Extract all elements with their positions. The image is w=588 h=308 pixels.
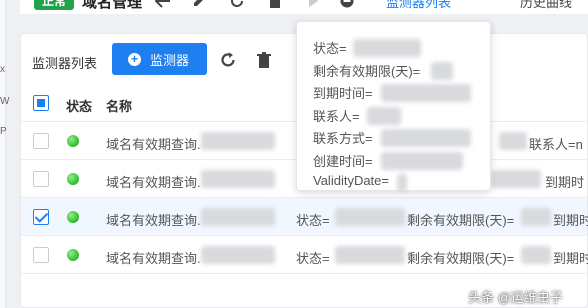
row-name: 域名有效期查询. <box>106 213 201 228</box>
monitor-tooltip: 状态= 剩余有效期限(天)= 到期时间= 联系人= 联系方式= 创建时间= Va… <box>296 21 491 192</box>
redacted-value <box>431 61 453 80</box>
table-row[interactable]: 域名有效期查询. 状态= 剩余有效期限(天)= 到期时 <box>21 236 588 274</box>
add-monitor-label: 监测器 <box>150 52 190 68</box>
row-info-status: 状态= <box>296 213 330 228</box>
tooltip-contact-label: 联系人= <box>313 108 360 124</box>
redacted-value <box>397 174 407 192</box>
redacted-name <box>201 170 275 188</box>
row-checkbox[interactable] <box>33 247 49 263</box>
refresh-icon[interactable] <box>228 0 246 10</box>
page-title: 域名管理 <box>82 0 143 11</box>
add-monitor-button[interactable]: + 监测器 <box>112 43 207 75</box>
tooltip-line: 创建时间= <box>313 151 490 174</box>
edit-icon[interactable] <box>190 0 208 10</box>
watermark: 头条 @运维虫子 <box>468 290 563 305</box>
plus-icon: + <box>128 52 141 66</box>
left-char-3: P <box>0 126 7 137</box>
tooltip-expiry-label: 到期时间= <box>313 86 373 101</box>
row-name: 域名有效期查询. <box>106 251 201 266</box>
tooltip-status-label: 状态= <box>313 41 347 56</box>
tooltip-line: 到期时间= <box>313 83 490 106</box>
stop-icon[interactable] <box>338 0 356 10</box>
refresh-icon[interactable] <box>219 51 237 69</box>
row-info-expiry: 到期时 <box>553 251 588 266</box>
tooltip-contact-method-label: 联系方式= <box>313 131 373 146</box>
row-checkbox[interactable] <box>33 133 49 149</box>
redacted-status <box>335 246 405 264</box>
row-info: 到期时 <box>545 175 585 190</box>
redacted-info <box>499 132 527 150</box>
top-bar: 正常 域名管理 监测器列表 历史曲线 <box>20 0 588 14</box>
tooltip-remaining-label: 剩余有效期限(天)= <box>313 63 421 79</box>
tooltip-created-label: 创建时间= <box>313 153 373 169</box>
redacted-value <box>353 39 421 57</box>
trash-icon[interactable] <box>255 51 273 69</box>
redacted-info <box>491 170 541 188</box>
redacted-value <box>381 129 471 147</box>
status-pill: 正常 <box>34 0 74 10</box>
tooltip-validity-label: ValidityDate= <box>313 173 389 188</box>
status-dot <box>67 211 79 223</box>
status-dot <box>67 249 79 261</box>
tooltip-line: 剩余有效期限(天)= <box>313 61 490 84</box>
row-checkbox[interactable] <box>33 209 49 225</box>
back-arrow-icon[interactable] <box>154 0 172 10</box>
redacted-value <box>381 84 471 102</box>
row-name: 域名有效期查询. <box>106 137 201 152</box>
redacted-status <box>335 208 405 226</box>
tooltip-line: 联系方式= <box>313 128 490 151</box>
redacted-remaining <box>521 246 551 264</box>
left-char-1: x <box>0 64 5 75</box>
row-info-remaining: 剩余有效期限(天)= <box>407 251 515 266</box>
name-column-header: 名称 <box>106 99 133 114</box>
row-info-expiry: 到期时 <box>553 213 588 228</box>
row-name: 域名有效期查询. <box>106 175 201 190</box>
redacted-value <box>381 151 463 170</box>
table-row[interactable]: 域名有效期查询. 状态= 剩余有效期限(天)= 到期时 <box>21 198 588 236</box>
select-all-checkbox[interactable] <box>33 95 49 111</box>
row-info-status: 状态= <box>296 251 330 266</box>
row-info: 联系人=n <box>529 137 583 152</box>
left-char-2: W <box>0 96 10 107</box>
status-dot <box>67 173 79 185</box>
tooltip-line: 状态= <box>313 38 490 61</box>
status-dot <box>67 135 79 147</box>
delete-icon[interactable] <box>266 0 284 10</box>
panel-title: 监测器列表 <box>32 56 98 71</box>
left-strip: x W P <box>0 0 10 308</box>
redacted-name <box>201 132 275 150</box>
monitor-list-link[interactable]: 监测器列表 <box>386 0 451 12</box>
history-curve-link[interactable]: 历史曲线 <box>520 0 572 12</box>
row-checkbox[interactable] <box>33 171 49 187</box>
redacted-name <box>201 208 275 226</box>
tooltip-line: 联系人= <box>313 106 490 129</box>
redacted-name <box>201 246 275 264</box>
play-icon[interactable] <box>304 0 322 10</box>
redacted-remaining <box>521 208 551 226</box>
status-column-header: 状态 <box>66 99 93 114</box>
row-info-remaining: 剩余有效期限(天)= <box>407 213 515 228</box>
redacted-value <box>367 106 401 125</box>
tooltip-line: ValidityDate= <box>313 173 490 196</box>
